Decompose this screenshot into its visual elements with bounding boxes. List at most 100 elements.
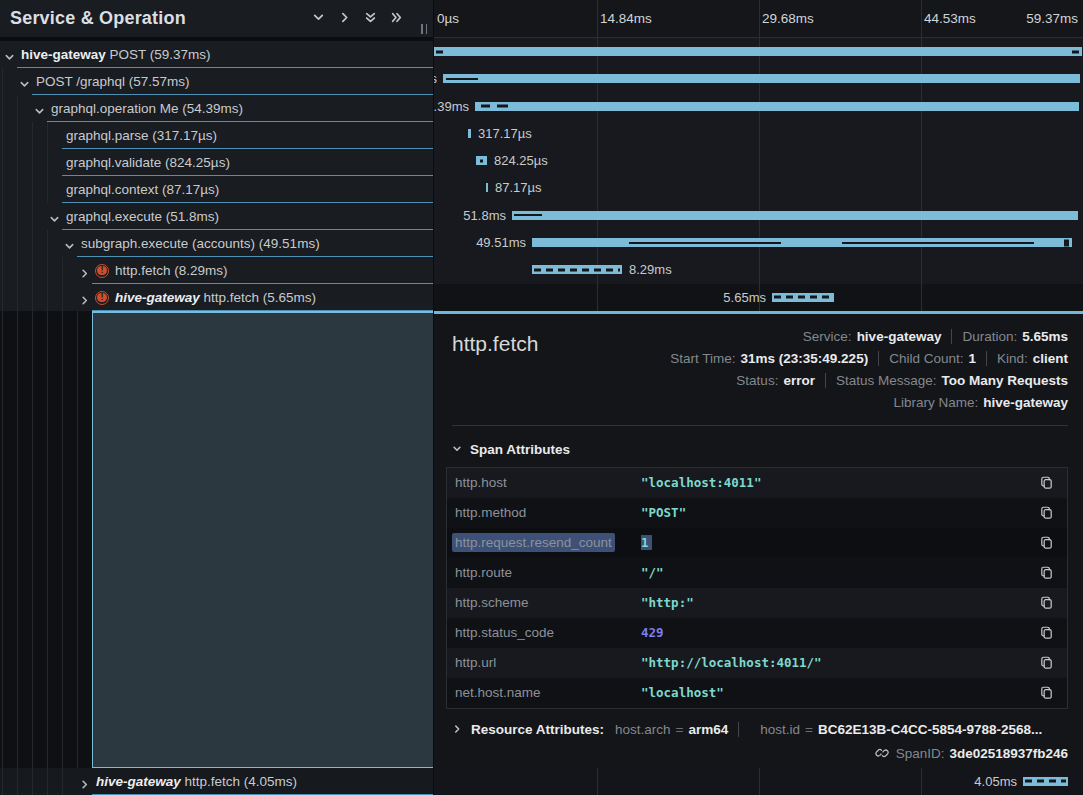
attribute-value: "localhost:4011" (641, 475, 1039, 490)
span-detail-title: http.fetch (452, 326, 538, 414)
span-tree-row[interactable]: graphql.execute (51.8ms) (0, 203, 433, 230)
span-name-label: graphql.context (87.17µs) (66, 182, 219, 197)
timeline-row[interactable]: 5.65ms (434, 284, 1083, 311)
span-tree-row[interactable]: POST /graphql (57.57ms) (0, 68, 433, 95)
span-tree-row[interactable]: graphql.validate (824.25µs) (0, 149, 433, 176)
attribute-row[interactable]: http.route"/" (447, 558, 1067, 588)
ruler-tick: 0µs (437, 0, 459, 37)
copy-button[interactable] (1039, 505, 1054, 520)
attribute-row[interactable]: http.status_code429 (447, 618, 1067, 648)
span-duration-bar[interactable] (434, 47, 1082, 56)
chevron-down-button[interactable] (312, 10, 325, 28)
span-tree-row[interactable]: hive-gateway http.fetch (4.05ms) (0, 768, 433, 795)
chevron-right-icon[interactable] (79, 776, 90, 787)
span-attributes-table: http.host"localhost:4011"http.method"POS… (446, 467, 1068, 709)
indent-guide (2, 203, 3, 230)
copy-button[interactable] (1039, 535, 1054, 550)
timeline-row[interactable]: 54.39ms (434, 93, 1083, 120)
attribute-row[interactable]: http.scheme"http:" (447, 588, 1067, 618)
ruler-tick: 59.37ms (1026, 0, 1078, 37)
chevron-right-icon[interactable] (79, 265, 90, 276)
copy-button[interactable] (1039, 475, 1054, 490)
double-chevron-right-button[interactable] (390, 10, 403, 28)
chevron-right-icon[interactable] (79, 292, 90, 303)
indent-guide (32, 230, 33, 257)
attribute-value: "http://localhost:4011/" (641, 655, 1039, 670)
chevron-down-icon[interactable] (19, 76, 30, 87)
span-duration-bar[interactable] (512, 211, 1078, 220)
indent-guide (32, 203, 33, 230)
indent-guide (47, 284, 48, 311)
span-name-label: graphql.validate (824.25µs) (66, 155, 230, 170)
span-duration-bar[interactable] (1023, 777, 1068, 786)
span-tree-row[interactable]: graphql.parse (317.17µs) (0, 122, 433, 149)
attribute-row[interactable]: net.host.name"localhost" (447, 678, 1067, 708)
timeline-row[interactable]: 8.29ms (434, 256, 1083, 283)
attribute-key: http.method (455, 505, 641, 520)
span-tree-row[interactable]: !http.fetch (8.29ms) (0, 257, 433, 284)
span-id-value: 3de02518937fb246 (949, 746, 1068, 761)
indent-guide (32, 284, 33, 311)
duration-label: 87.17µs (495, 174, 542, 201)
span-duration-bar[interactable] (475, 102, 1079, 111)
span-duration-bar[interactable] (486, 183, 488, 192)
attribute-row[interactable]: http.host"localhost:4011" (447, 468, 1067, 498)
span-duration-bar[interactable] (532, 265, 622, 274)
span-tree-row[interactable]: graphql.context (87.17µs) (0, 176, 433, 203)
detail-meta-line: Status:errorStatus Message:Too Many Requ… (736, 370, 1068, 392)
span-attributes-header[interactable]: Span Attributes (452, 442, 1068, 457)
indent-guide (17, 203, 18, 230)
span-name-label: subgraph.execute (accounts) (49.51ms) (81, 236, 320, 251)
timeline-row[interactable]: 87.17µs (434, 174, 1083, 201)
timeline-row[interactable]: 49.51ms (434, 229, 1083, 256)
timeline-row[interactable] (434, 38, 1083, 65)
span-tree-row[interactable]: !hive-gateway http.fetch (5.65ms) (0, 284, 433, 311)
tree-header: Service & Operation (0, 0, 433, 37)
span-duration-bar[interactable] (443, 74, 1080, 83)
chevron-down-icon (312, 11, 325, 24)
indent-guide (62, 284, 63, 311)
span-duration-bar[interactable] (468, 129, 471, 138)
timeline-row[interactable]: 4.05ms (434, 768, 1083, 795)
resource-attributes-label: Resource Attributes: (471, 722, 604, 737)
timeline-row[interactable]: 57.57ms (434, 65, 1083, 92)
copy-button[interactable] (1039, 565, 1054, 580)
link-icon (875, 746, 889, 760)
indent-guide (2, 176, 3, 203)
tree-header-title: Service & Operation (0, 8, 186, 29)
copy-button[interactable] (1039, 625, 1054, 640)
copy-button[interactable] (1039, 595, 1054, 610)
chevron-down-icon[interactable] (34, 103, 45, 114)
span-tree-row[interactable]: subgraph.execute (accounts) (49.51ms) (0, 230, 433, 257)
span-id-label: SpanID: (896, 746, 945, 761)
chevron-right-icon (452, 724, 462, 734)
copy-button[interactable] (1039, 655, 1054, 670)
span-name-label: hive-gateway POST (59.37ms) (21, 47, 211, 62)
span-duration-bar[interactable] (772, 293, 834, 302)
attribute-row[interactable]: http.method"POST" (447, 498, 1067, 528)
span-name-label: hive-gateway http.fetch (4.05ms) (96, 774, 297, 789)
copy-button[interactable] (1039, 685, 1054, 700)
attribute-value: "POST" (641, 505, 1039, 520)
panel-resize-handle[interactable] (421, 24, 427, 34)
attribute-row[interactable]: http.request.resend_count1 (447, 528, 1067, 558)
attribute-row[interactable]: http.url"http://localhost:4011/" (447, 648, 1067, 678)
span-duration-bar[interactable] (532, 238, 1072, 247)
chevron-down-icon[interactable] (49, 211, 60, 222)
detail-meta-line: Service:hive-gatewayDuration:5.65ms (803, 326, 1068, 348)
copy-icon (1039, 535, 1054, 550)
timeline-row[interactable]: 824.25µs (434, 147, 1083, 174)
chevron-down-icon[interactable] (64, 238, 75, 249)
resource-attributes-row[interactable]: Resource Attributes:host.arch=arm64host.… (452, 722, 1068, 737)
copy-icon (1039, 565, 1054, 580)
indent-guide (32, 176, 33, 203)
chevron-right-button[interactable] (338, 10, 351, 28)
double-chevron-down-button[interactable] (364, 10, 377, 28)
span-duration-bar[interactable] (476, 156, 487, 165)
span-tree-row[interactable]: graphql.operation Me (54.39ms) (0, 95, 433, 122)
timeline-row[interactable]: 317.17µs (434, 120, 1083, 147)
span-tree-row[interactable]: hive-gateway POST (59.37ms) (0, 41, 433, 68)
timeline-row[interactable]: 51.8ms (434, 202, 1083, 229)
indent-guide (47, 768, 48, 795)
chevron-down-icon[interactable] (4, 49, 15, 60)
